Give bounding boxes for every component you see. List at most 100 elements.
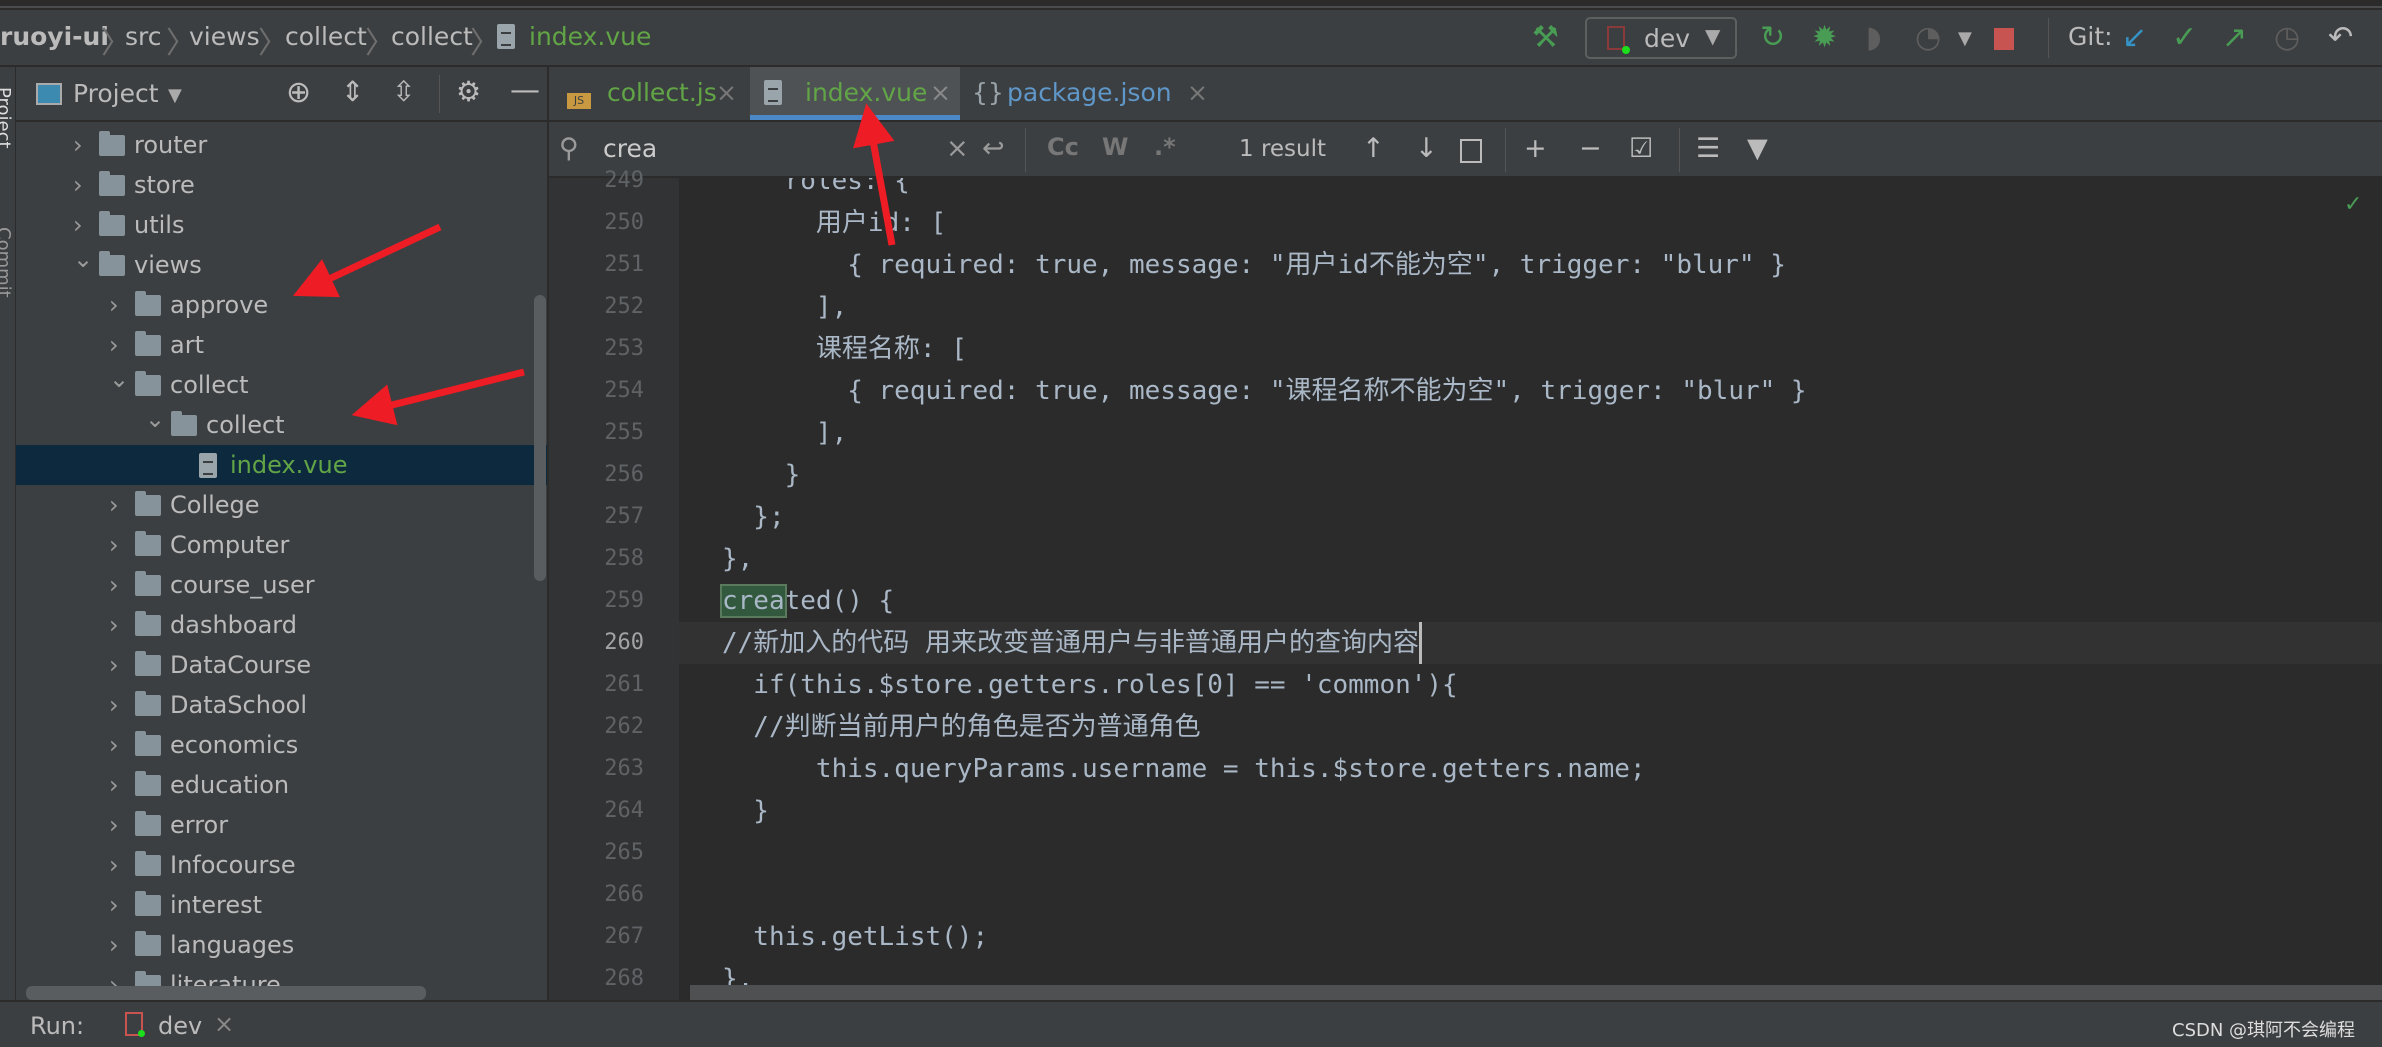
chevron-right-icon[interactable]: › bbox=[109, 885, 119, 925]
chevron-right-icon[interactable]: › bbox=[109, 765, 119, 805]
tree-horizontal-scrollbar[interactable] bbox=[26, 986, 426, 1000]
git-commit-check-icon[interactable]: ✓ bbox=[2172, 20, 2197, 55]
select-all-occurrences-icon[interactable]: ☑ bbox=[1629, 133, 1653, 164]
stop-icon[interactable] bbox=[1994, 28, 2014, 50]
chevron-right-icon[interactable]: › bbox=[109, 605, 119, 645]
breadcrumb-collect-sub[interactable]: collect bbox=[391, 22, 473, 51]
tree-folder-item[interactable]: ⌄ collect bbox=[16, 405, 547, 445]
search-icon[interactable]: ⚲ bbox=[559, 133, 579, 164]
breadcrumb-collect[interactable]: collect bbox=[285, 22, 367, 51]
open-in-window-icon[interactable] bbox=[1460, 139, 1482, 163]
rerun-icon[interactable]: ↻ bbox=[1760, 20, 1785, 55]
close-run-tab-icon[interactable]: × bbox=[214, 1010, 234, 1038]
tree-folder-item[interactable]: › education bbox=[16, 765, 547, 805]
tree-folder-item[interactable]: › router bbox=[16, 125, 547, 165]
chevron-right-icon[interactable]: › bbox=[109, 725, 119, 765]
breadcrumb-src[interactable]: src bbox=[125, 22, 162, 51]
filter-funnel-icon[interactable]: ▼ bbox=[1747, 133, 1768, 164]
breadcrumb-project[interactable]: ruoyi-ui bbox=[0, 22, 109, 51]
chevron-right-icon[interactable]: › bbox=[109, 685, 119, 725]
json-file-icon: {} bbox=[972, 78, 1004, 107]
debug-bug-icon[interactable]: ✹ bbox=[1812, 20, 1837, 55]
git-update-icon[interactable]: ↙ bbox=[2122, 20, 2147, 55]
chevron-right-icon[interactable]: › bbox=[109, 805, 119, 845]
code-editor[interactable]: ✓ roles: { 用户id: [ { required: true, mes… bbox=[679, 178, 2382, 1000]
chevron-right-icon[interactable]: › bbox=[109, 485, 119, 525]
run-config-label: dev bbox=[1644, 24, 1691, 53]
search-input[interactable]: crea bbox=[603, 134, 657, 163]
filter-search-results-icon[interactable]: ☰ bbox=[1696, 133, 1720, 164]
editor-horizontal-scrollbar[interactable] bbox=[690, 985, 2382, 1000]
chevron-right-icon[interactable]: › bbox=[73, 125, 83, 165]
code-line: //新加入的代码 用来改变普通用户与非普通用户的查询内容 bbox=[722, 622, 1422, 664]
git-rollback-icon[interactable]: ↶ bbox=[2328, 20, 2353, 55]
run-tab-dev[interactable]: dev bbox=[158, 1012, 202, 1040]
tree-folder-item[interactable]: › College bbox=[16, 485, 547, 525]
chevron-right-icon[interactable]: › bbox=[73, 165, 83, 205]
tree-folder-item[interactable]: › course_user bbox=[16, 565, 547, 605]
tree-folder-item[interactable]: › economics bbox=[16, 725, 547, 765]
new-line-icon[interactable]: ↩ bbox=[982, 133, 1005, 164]
profile-icon[interactable]: ◔ bbox=[1915, 20, 1941, 55]
breadcrumb-file[interactable]: index.vue bbox=[529, 22, 651, 51]
tree-folder-item[interactable]: › art bbox=[16, 325, 547, 365]
divider bbox=[1505, 128, 1506, 172]
tree-file-item[interactable]: index.vue bbox=[16, 445, 547, 485]
whole-words-toggle[interactable]: W bbox=[1102, 133, 1128, 161]
match-case-toggle[interactable]: Cc bbox=[1047, 133, 1079, 161]
breadcrumb-views[interactable]: views bbox=[189, 22, 260, 51]
locate-crosshair-icon[interactable]: ⊕ bbox=[286, 75, 311, 110]
next-occurrence-arrow-down-icon[interactable]: ↓ bbox=[1415, 133, 1438, 164]
regex-toggle[interactable]: .* bbox=[1154, 133, 1176, 161]
chevron-down-icon[interactable]: ⌄ bbox=[109, 359, 129, 399]
previous-occurrence-arrow-up-icon[interactable]: ↑ bbox=[1362, 133, 1385, 164]
build-hammer-icon[interactable]: ⚒ bbox=[1532, 20, 1559, 55]
project-view-selector[interactable]: Project bbox=[73, 79, 159, 108]
clear-search-icon[interactable]: × bbox=[946, 133, 969, 164]
more-run-chevron-icon[interactable]: ▼ bbox=[1958, 28, 1972, 49]
tree-folder-item[interactable]: › approve bbox=[16, 285, 547, 325]
run-config-dropdown[interactable]: dev ▼ bbox=[1585, 17, 1737, 59]
close-tab-icon[interactable]: × bbox=[716, 67, 737, 119]
tree-folder-item[interactable]: › Infocourse bbox=[16, 845, 547, 885]
chevron-down-icon[interactable]: ⌄ bbox=[73, 239, 93, 279]
git-history-clock-icon[interactable]: ◷ bbox=[2274, 20, 2300, 55]
chevron-down-icon[interactable]: ⌄ bbox=[145, 399, 165, 439]
chevron-right-icon[interactable]: › bbox=[109, 845, 119, 885]
tree-folder-item[interactable]: › dashboard bbox=[16, 605, 547, 645]
project-tool-tab[interactable]: Project bbox=[0, 87, 14, 149]
chevron-right-icon[interactable]: › bbox=[109, 525, 119, 565]
tree-item-label: utils bbox=[134, 211, 185, 239]
tree-folder-item[interactable]: › interest bbox=[16, 885, 547, 925]
chevron-down-icon[interactable]: ▼ bbox=[168, 85, 182, 106]
close-tab-icon[interactable]: × bbox=[930, 67, 951, 119]
chevron-right-icon[interactable]: › bbox=[109, 565, 119, 605]
tree-folder-item[interactable]: › languages bbox=[16, 925, 547, 965]
gear-icon[interactable]: ⚙ bbox=[456, 75, 481, 108]
tab-package-json[interactable]: {} package.json × bbox=[969, 67, 1208, 120]
tab-index-vue[interactable]: index.vue × bbox=[750, 67, 960, 120]
expand-all-icon[interactable]: ⇕ bbox=[341, 75, 364, 108]
commit-tool-tab[interactable]: Commit bbox=[0, 227, 14, 298]
tree-folder-item[interactable]: ⌄ views bbox=[16, 245, 547, 285]
tree-folder-item[interactable]: › utils bbox=[16, 205, 547, 245]
line-number: 252 bbox=[604, 294, 644, 319]
hide-minus-icon[interactable]: — bbox=[510, 73, 540, 108]
tab-collect-js[interactable]: JS collect.js × bbox=[549, 67, 744, 120]
chevron-right-icon[interactable]: › bbox=[109, 925, 119, 965]
remove-selection-icon[interactable]: − bbox=[1579, 133, 1602, 164]
tree-folder-item[interactable]: › error bbox=[16, 805, 547, 845]
tree-folder-item[interactable]: › Computer bbox=[16, 525, 547, 565]
coverage-icon[interactable]: ◗ bbox=[1866, 20, 1882, 55]
tree-vertical-scrollbar[interactable] bbox=[534, 295, 546, 581]
chevron-right-icon[interactable]: › bbox=[109, 285, 119, 325]
collapse-all-icon[interactable]: ⇳ bbox=[392, 75, 415, 108]
tree-folder-item[interactable]: › store bbox=[16, 165, 547, 205]
add-selection-icon[interactable]: + bbox=[1524, 133, 1547, 164]
chevron-right-icon[interactable]: › bbox=[109, 645, 119, 685]
tree-folder-item[interactable]: › DataCourse bbox=[16, 645, 547, 685]
tree-folder-item[interactable]: ⌄ collect bbox=[16, 365, 547, 405]
git-push-icon[interactable]: ↗ bbox=[2222, 20, 2247, 55]
close-tab-icon[interactable]: × bbox=[1187, 67, 1208, 119]
tree-folder-item[interactable]: › DataSchool bbox=[16, 685, 547, 725]
